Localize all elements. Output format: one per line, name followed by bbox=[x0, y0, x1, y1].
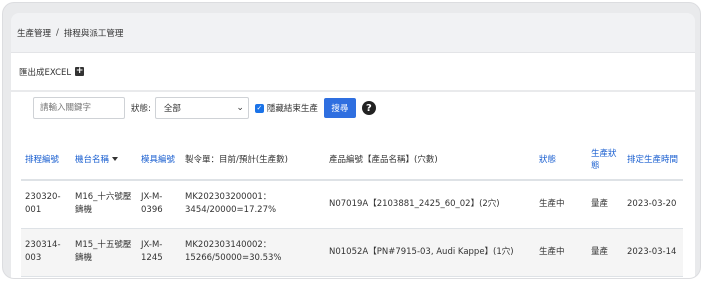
col-product: 產品編號【產品名稱】(穴數) bbox=[329, 154, 438, 165]
cell-product: N01052A【PN#7915-03, Audi Kappe】(1穴) bbox=[329, 246, 514, 257]
breadcrumb-parent[interactable]: 生產管理 bbox=[17, 27, 51, 39]
table-row[interactable]: 230314-003 M15_十五號壓鑄機 JX-M-1245 MK202303… bbox=[21, 228, 683, 276]
col-status[interactable]: 狀態 bbox=[535, 140, 587, 180]
breadcrumb-separator: / bbox=[56, 27, 59, 38]
col-machine-name-label: 機台名稱 bbox=[75, 154, 110, 165]
col-machine-name[interactable]: 機台名稱 bbox=[71, 140, 137, 180]
col-production-status[interactable]: 生產狀態 bbox=[587, 140, 623, 180]
col-scheduled-date[interactable]: 排定生產時間 bbox=[623, 140, 683, 180]
cell-production-status: 量產 bbox=[591, 246, 609, 257]
status-label: 狀態: bbox=[131, 104, 151, 114]
cell-status: 生產中 bbox=[539, 198, 565, 209]
table-row[interactable]: 230320-001 M16_十六號壓鑄機 JX-M-0396 MK202303… bbox=[21, 180, 683, 228]
col-mold-no[interactable]: 模具編號 bbox=[137, 140, 181, 180]
cell-machine-name: M15_十五號壓鑄機 bbox=[75, 240, 132, 263]
cell-status: 生產中 bbox=[539, 246, 565, 257]
table-header-row: 排程編號 機台名稱 模具編號 製令單：目前/預計(生產數) 產品編號【產品名稱】… bbox=[21, 140, 683, 180]
search-button[interactable]: 搜尋 bbox=[323, 98, 356, 118]
breadcrumb: 生產管理 / 排程與派工管理 bbox=[11, 13, 695, 53]
cell-machine-name: M16_十六號壓鑄機 bbox=[75, 192, 132, 216]
search-input[interactable] bbox=[33, 97, 125, 119]
status-select[interactable]: 全部 ⌄ bbox=[154, 97, 249, 119]
app-frame: 生產管理 / 排程與派工管理 匯出成EXCEL + 狀態: 全部 ⌄ ✓ 隱藏結… bbox=[2, 2, 701, 279]
col-schedule-no[interactable]: 排程編號 bbox=[21, 140, 71, 180]
export-bar: 匯出成EXCEL + bbox=[11, 53, 695, 90]
cell-scheduled-date: 2023-03-20 bbox=[627, 198, 677, 209]
status-select-value: 全部 bbox=[163, 104, 181, 114]
main-content: 狀態: 全部 ⌄ ✓ 隱藏結束生產 搜尋 ? 排程編號 機台名稱 模具編號 製令… bbox=[11, 92, 695, 278]
cell-scheduled-date: 2023-03-14 bbox=[627, 246, 677, 257]
cell-production-status: 量產 bbox=[591, 198, 609, 209]
cell-order: MK202303200001：3454/20000=17.27% bbox=[185, 192, 277, 216]
filter-bar: 狀態: 全部 ⌄ ✓ 隱藏結束生產 搜尋 ? bbox=[33, 97, 376, 119]
plus-square-icon[interactable]: + bbox=[75, 67, 85, 76]
cell-order: MK202303140002：15266/50000=30.53% bbox=[185, 240, 282, 263]
schedule-table: 排程編號 機台名稱 模具編號 製令單：目前/預計(生產數) 產品編號【產品名稱】… bbox=[21, 140, 683, 277]
chevron-down-icon: ⌄ bbox=[236, 103, 244, 113]
cell-mold-no: JX-M-1245 bbox=[141, 240, 163, 263]
hide-finished-checkbox[interactable]: ✓ bbox=[254, 103, 264, 113]
hide-finished-label: 隱藏結束生產 bbox=[266, 104, 318, 114]
breadcrumb-current: 排程與派工管理 bbox=[63, 28, 124, 39]
cell-schedule-no: 230314-003 bbox=[25, 240, 61, 263]
hide-finished-toggle[interactable]: ✓ 隱藏結束生產 bbox=[254, 102, 318, 114]
export-excel-link[interactable]: 匯出成EXCEL bbox=[19, 66, 71, 78]
col-order: 製令單：目前/預計(生產數) bbox=[185, 154, 288, 165]
cell-schedule-no: 230320-001 bbox=[25, 192, 61, 216]
question-circle-icon[interactable]: ? bbox=[361, 101, 376, 115]
cell-mold-no: JX-M-0396 bbox=[141, 192, 163, 216]
cell-product: N07019A【2103881_2425_60_02】(2穴) bbox=[329, 198, 500, 209]
sort-caret-icon bbox=[112, 157, 119, 161]
